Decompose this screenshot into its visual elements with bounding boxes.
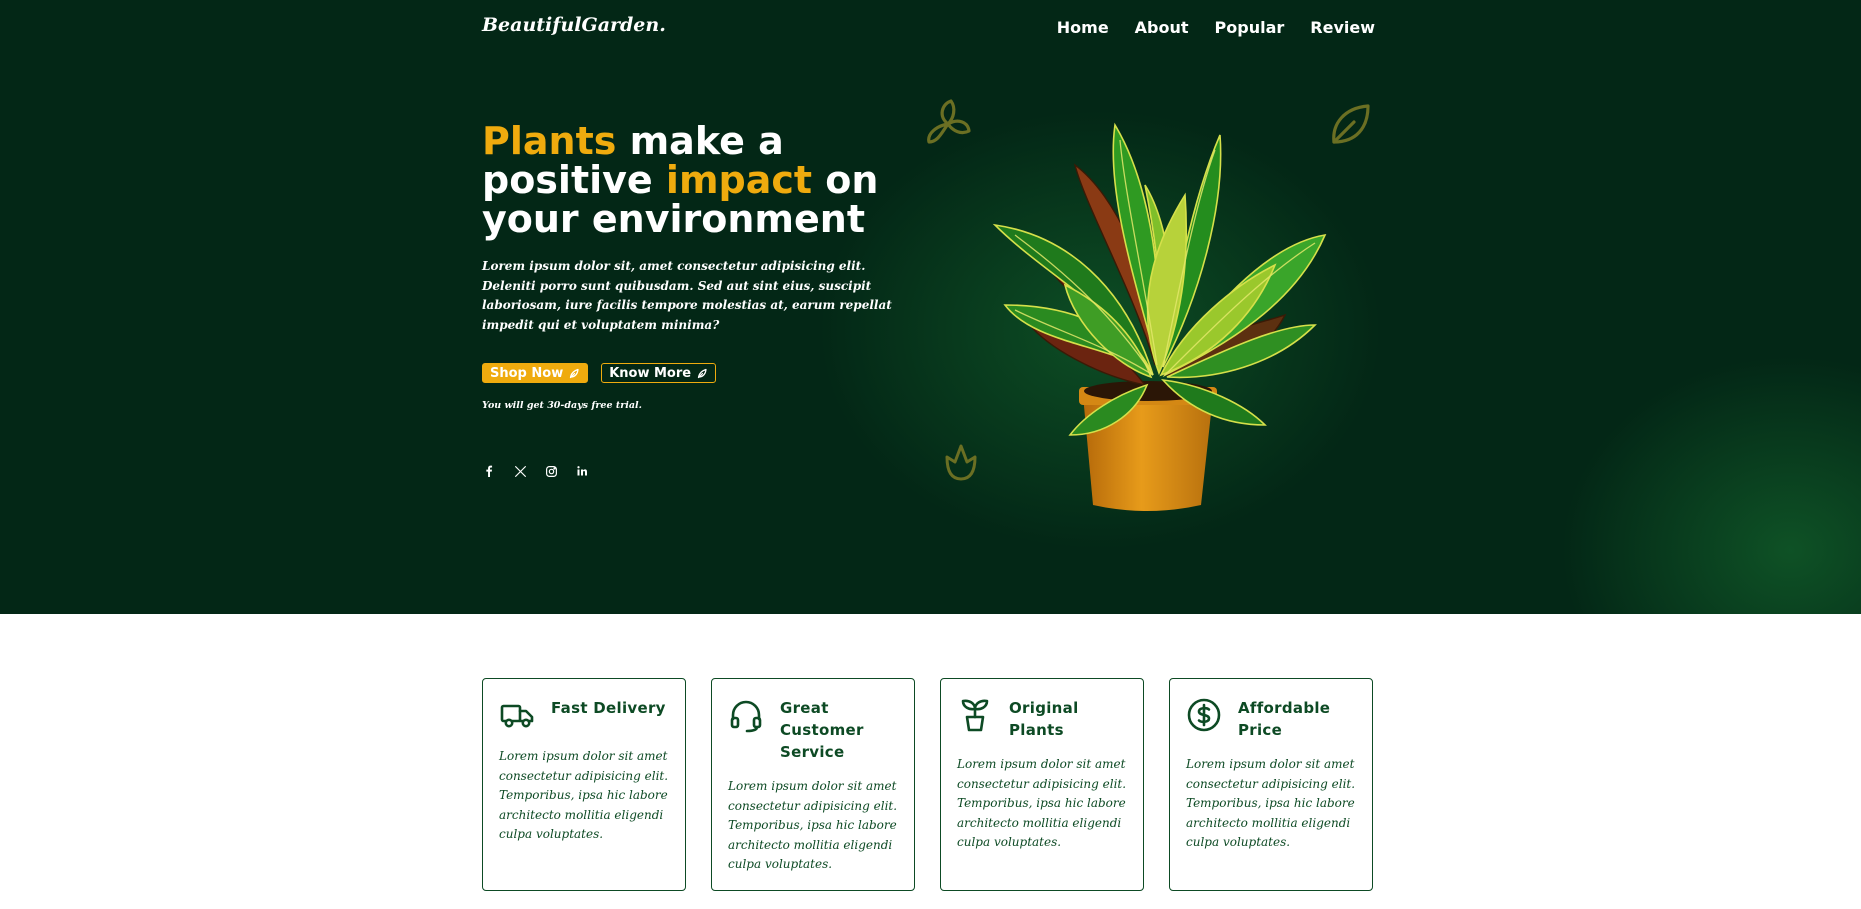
- headline-text: on: [812, 158, 879, 202]
- feature-text: Lorem ipsum dolor sit amet consectetur a…: [499, 749, 669, 841]
- headline-text: positive: [482, 158, 666, 202]
- social-links: [482, 464, 589, 478]
- feature-card: Affordable Price Lorem ipsum dolor sit a…: [1169, 678, 1373, 891]
- know-more-label: Know More: [609, 365, 692, 381]
- features-section: Fast Delivery Lorem ipsum dolor sit amet…: [482, 678, 1373, 891]
- x-icon[interactable]: [513, 464, 527, 478]
- feature-title: Affordable Price: [1238, 699, 1331, 739]
- nav-link-home[interactable]: Home: [1057, 18, 1109, 37]
- headset-icon: [730, 700, 762, 733]
- headline-highlight: Plants: [482, 119, 617, 163]
- feature-text: Lorem ipsum dolor sit amet consectetur a…: [728, 779, 898, 871]
- shop-now-label: Shop Now: [490, 365, 564, 381]
- nav-link-popular[interactable]: Popular: [1215, 18, 1285, 37]
- feature-text: Lorem ipsum dolor sit amet consectetur a…: [957, 757, 1127, 849]
- potted-plant-image: [992, 122, 1327, 511]
- feature-title: Original Plants: [1009, 699, 1079, 739]
- feature-title: Fast Delivery: [551, 699, 666, 717]
- hero-buttons: Shop Now Know More: [482, 363, 717, 383]
- facebook-icon[interactable]: [482, 464, 496, 478]
- sprout-pot-icon: [961, 699, 989, 732]
- feature-card: Great Customer Service Lorem ipsum dolor…: [711, 678, 915, 891]
- feature-title: Great Customer Service: [780, 699, 864, 761]
- leaf-icon: [570, 368, 579, 379]
- petals-icon: [927, 99, 971, 144]
- feature-card-header: Original Plants: [957, 697, 1127, 741]
- feature-card: Original Plants Lorem ipsum dolor sit am…: [940, 678, 1144, 891]
- headline-text: your environment: [482, 197, 866, 241]
- know-more-button[interactable]: Know More: [601, 363, 717, 383]
- trial-note: You will get 30-days free trial.: [482, 400, 642, 411]
- shop-now-button[interactable]: Shop Now: [482, 363, 589, 383]
- instagram-icon[interactable]: [544, 464, 558, 478]
- hero-description: Lorem ipsum dolor sit, amet consectetur …: [482, 259, 892, 332]
- hero-headline: Plants make a positive impact on your en…: [482, 122, 942, 239]
- background-glow: [1530, 330, 1861, 614]
- headline-text: make a: [616, 119, 784, 163]
- feature-text: Lorem ipsum dolor sit amet consectetur a…: [1186, 757, 1356, 849]
- nav-link-about[interactable]: About: [1135, 18, 1189, 37]
- hero-section: BeautifulGarden. Home About Popular Revi…: [0, 0, 1861, 614]
- truck-icon: [500, 704, 534, 728]
- feature-card: Fast Delivery Lorem ipsum dolor sit amet…: [482, 678, 686, 891]
- leaf-icon: [698, 368, 707, 379]
- feature-card-header: Great Customer Service: [728, 697, 898, 763]
- tulip-icon: [945, 444, 977, 481]
- linkedin-icon[interactable]: [575, 464, 589, 478]
- feature-card-header: Fast Delivery: [499, 697, 669, 733]
- dollar-coin-icon: [1187, 698, 1221, 732]
- brand-logo[interactable]: BeautifulGarden.: [482, 14, 666, 36]
- nav-link-review[interactable]: Review: [1310, 18, 1375, 37]
- headline-highlight: impact: [665, 158, 813, 202]
- main-nav: Home About Popular Review: [1057, 18, 1375, 37]
- feature-card-header: Affordable Price: [1186, 697, 1356, 741]
